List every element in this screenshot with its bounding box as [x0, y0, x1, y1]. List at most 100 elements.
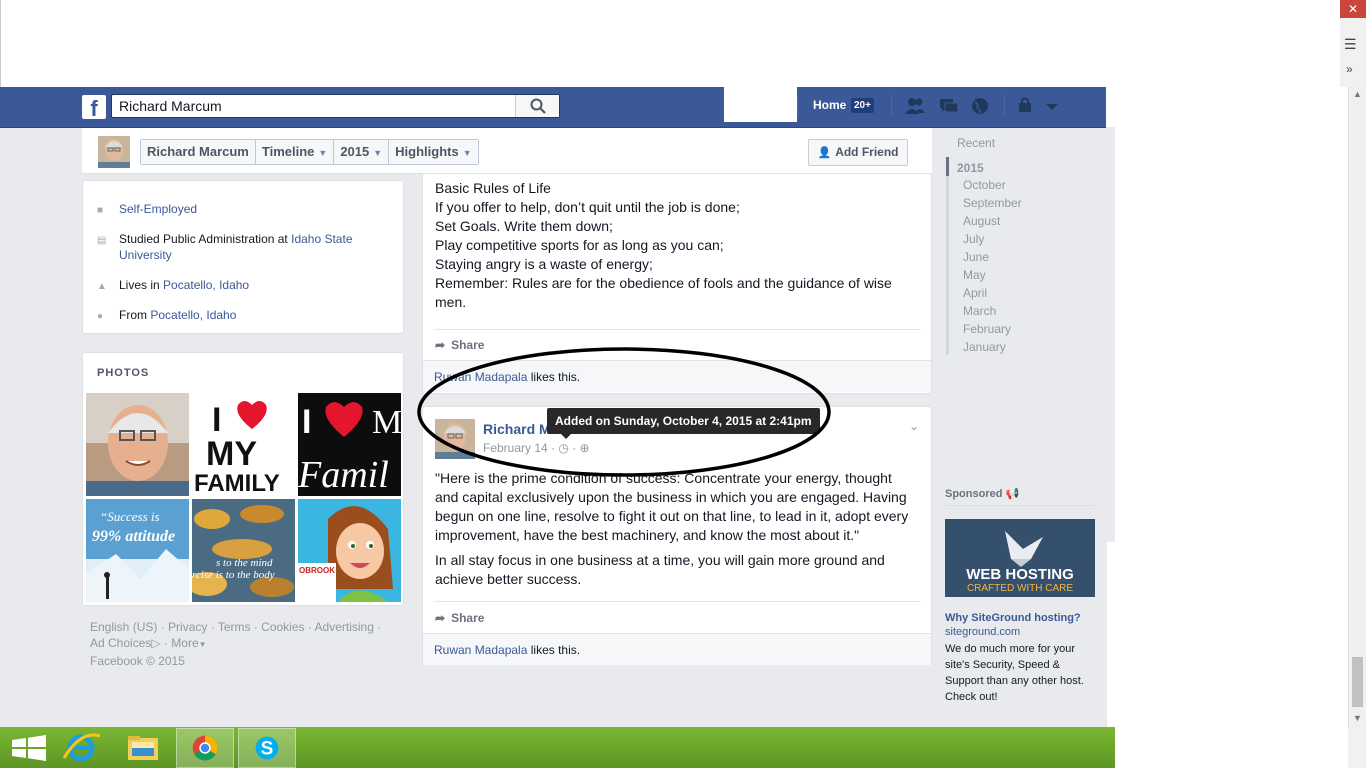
header-separator: [797, 95, 798, 117]
footer-link[interactable]: Privacy: [168, 620, 207, 634]
search-button[interactable]: [515, 95, 559, 117]
header-blank-area: [1106, 87, 1348, 127]
photo-text: FAMILY: [194, 470, 280, 496]
year-nav-recent[interactable]: Recent: [957, 136, 995, 150]
year-nav-year[interactable]: 2015: [957, 161, 984, 175]
year-nav-month[interactable]: March: [963, 304, 996, 318]
svg-text:M: M: [372, 404, 401, 441]
photo-text: Famil: [298, 454, 389, 496]
scrollbar-thumb[interactable]: [1352, 657, 1363, 707]
year-nav-month[interactable]: June: [963, 250, 989, 264]
crumb-year[interactable]: 2015 ▼: [334, 140, 390, 164]
add-friend-button[interactable]: 👤 Add Friend: [808, 139, 908, 166]
home-notification-badge: 20+: [851, 98, 874, 113]
photo-text: I: [212, 401, 221, 439]
skype-icon[interactable]: S: [238, 728, 296, 768]
scroll-down-icon[interactable]: ▼: [1353, 713, 1362, 723]
year-nav-month[interactable]: October: [963, 178, 1006, 192]
ad-choices-icon: ▷: [151, 636, 161, 650]
footer-link[interactable]: Terms: [218, 620, 251, 634]
ad-title-link[interactable]: Why SiteGround hosting?: [945, 612, 1081, 624]
crumb-highlights[interactable]: Highlights ▼: [389, 140, 478, 164]
crumb-label: 2015: [340, 144, 370, 159]
header-separator: [891, 95, 892, 117]
year-nav-track: [946, 157, 949, 355]
likes-suffix: likes this.: [530, 643, 581, 657]
footer-link[interactable]: More: [171, 636, 198, 650]
lives-place-link[interactable]: Pocatello, Idaho: [163, 278, 249, 292]
ad-image[interactable]: WEB HOSTING CRAFTED WITH CARE: [945, 519, 1095, 597]
divider: [435, 329, 921, 330]
briefcase-icon: ■: [97, 205, 104, 216]
copyright: Facebook © 2015: [90, 654, 185, 668]
scroll-up-icon[interactable]: ▲: [1353, 89, 1362, 99]
ad-image-title: WEB HOSTING: [966, 566, 1074, 583]
crumb-profile-name[interactable]: Richard Marcum: [141, 140, 256, 164]
share-button[interactable]: ➦ Share: [435, 611, 484, 625]
photo-thumbnail-family[interactable]: I MY FAMILY: [192, 393, 295, 496]
crumb-label: Highlights: [395, 144, 459, 159]
profile-avatar[interactable]: [98, 136, 130, 168]
header-blank-block: [724, 87, 797, 122]
photo-thumbnail-success[interactable]: “Success is 99% attitude: [86, 499, 189, 602]
share-icon: ➦: [435, 611, 446, 625]
search-icon: [530, 98, 546, 114]
photo-text: s to the mind: [216, 557, 273, 569]
friend-requests-icon[interactable]: [904, 96, 926, 116]
facebook-logo-icon[interactable]: f: [82, 95, 106, 121]
messages-icon[interactable]: [938, 96, 960, 116]
post-options-chevron-icon[interactable]: ⌄: [909, 419, 919, 433]
year-nav-month[interactable]: May: [963, 268, 986, 282]
svg-text:S: S: [261, 739, 274, 760]
ad-domain-link[interactable]: siteground.com: [945, 626, 1020, 638]
internet-explorer-icon[interactable]: [52, 728, 110, 768]
year-nav-month[interactable]: April: [963, 286, 987, 300]
year-nav-month[interactable]: September: [963, 196, 1022, 210]
from-place-link[interactable]: Pocatello, Idaho: [150, 308, 236, 322]
from-prefix: From: [119, 308, 147, 322]
chevron-right-double-icon[interactable]: »: [1346, 62, 1353, 76]
footer-link[interactable]: Ad Choices: [90, 636, 151, 650]
timeline-breadcrumb: Richard Marcum Timeline ▼ 2015 ▼ Highlight…: [140, 139, 479, 165]
windows-start-icon[interactable]: [0, 728, 58, 768]
privacy-shortcuts-icon[interactable]: [1016, 96, 1038, 116]
photo-thumbnail-cartoon[interactable]: OBROOK: [298, 499, 401, 602]
account-dropdown-icon[interactable]: [1041, 96, 1063, 116]
footer-link[interactable]: Advertising: [315, 620, 374, 634]
page-scrollbar[interactable]: ▲ ▼: [1348, 87, 1366, 727]
file-explorer-icon[interactable]: [114, 728, 172, 768]
photos-title[interactable]: PHOTOS: [97, 367, 149, 379]
share-label: Share: [451, 611, 485, 625]
close-icon[interactable]: ✕: [1340, 0, 1366, 18]
sponsored-label: Sponsored: [945, 488, 1003, 500]
post-paragraph: "Here is the prime condition of success:…: [435, 470, 909, 543]
post-line: Play competitive sports for as long as y…: [435, 237, 724, 253]
location-pin-icon: ●: [97, 311, 104, 322]
work-link[interactable]: Self-Employed: [119, 202, 197, 216]
annotation-ellipse: [417, 347, 831, 477]
liker-link[interactable]: Ruwan Madapala: [434, 643, 527, 657]
browser-menu-icon[interactable]: ☰: [1344, 36, 1357, 53]
post-line: Set Goals. Write them down;: [435, 218, 613, 234]
photo-thumbnail-profile[interactable]: [86, 393, 189, 496]
year-nav-month[interactable]: August: [963, 214, 1000, 228]
year-nav-month[interactable]: July: [963, 232, 984, 246]
home-link[interactable]: Home: [813, 98, 846, 112]
chevron-down-icon: ▼: [198, 640, 207, 649]
year-nav-active-marker: [946, 157, 949, 176]
crumb-timeline[interactable]: Timeline ▼: [255, 140, 335, 164]
photo-thumbnail-family-dark[interactable]: I M Famil: [298, 393, 401, 496]
photo-text: “Success is: [100, 509, 160, 524]
year-nav-month[interactable]: January: [963, 340, 1006, 354]
photo-thumbnail-autumn[interactable]: s to the mind rcise is to the body: [192, 499, 295, 602]
photo-text: 99% attitude: [92, 528, 175, 545]
footer-link[interactable]: English (US): [90, 620, 157, 634]
search-input[interactable]: [112, 95, 512, 117]
year-nav-month[interactable]: February: [963, 322, 1011, 336]
divider: [435, 601, 921, 602]
photo-text: rcise is to the body: [192, 569, 275, 581]
chrome-icon[interactable]: [176, 728, 234, 768]
notifications-globe-icon[interactable]: [969, 96, 991, 116]
footer-link[interactable]: Cookies: [261, 620, 304, 634]
house-icon: ▲: [97, 281, 107, 292]
